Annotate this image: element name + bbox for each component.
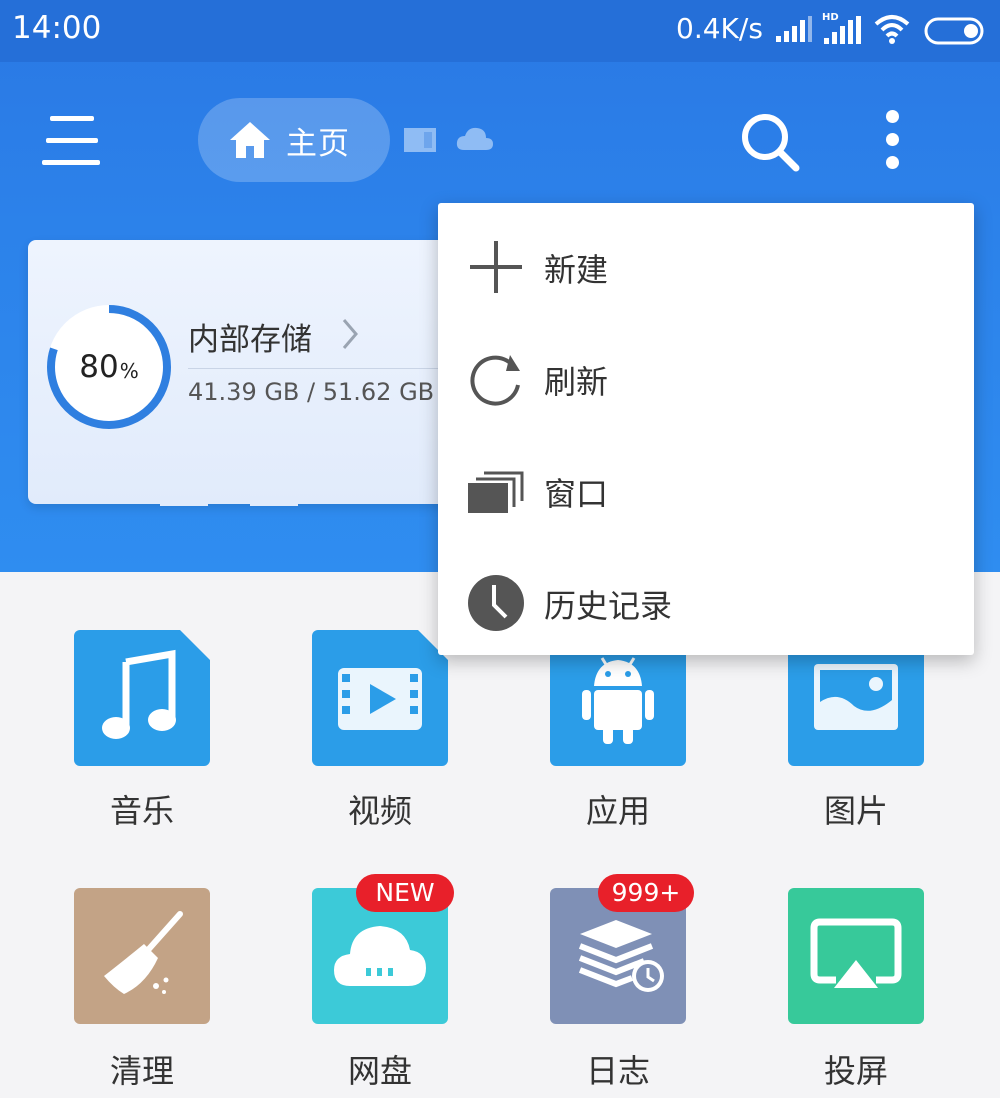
wifi-icon	[874, 15, 910, 44]
category-cast-screen[interactable]	[788, 888, 924, 1024]
category-label: 图片	[823, 792, 888, 830]
category-label: 视频	[347, 792, 412, 830]
category-label: 日志	[585, 1052, 650, 1090]
menu-item-label: 刷新	[544, 363, 609, 401]
count-badge: 999+	[598, 874, 694, 912]
home-tab-label: 主页	[286, 126, 350, 162]
status-time: 14:00	[12, 10, 102, 46]
menu-item-refresh[interactable]: 刷新	[438, 321, 974, 433]
storage-title: 内部存储	[188, 322, 312, 358]
chevron-right-icon	[342, 319, 358, 349]
card-notch	[160, 496, 208, 506]
menu-item-label: 新建	[544, 251, 609, 289]
refresh-icon	[470, 355, 520, 406]
video-icon	[338, 668, 422, 730]
broom-icon	[104, 911, 183, 994]
clock-icon	[468, 575, 524, 631]
home-tab[interactable]: 主页	[198, 98, 390, 182]
status-bar: 14:00 0.4K/s HD	[0, 0, 1000, 62]
category-label: 清理	[109, 1052, 174, 1090]
cast-screen-icon	[810, 918, 902, 988]
storage-percent: 80%	[48, 306, 170, 428]
search-icon[interactable]	[740, 112, 802, 174]
menu-icon[interactable]	[42, 112, 102, 168]
storage-divider	[188, 368, 478, 369]
storage-percent-value: 80	[79, 349, 119, 385]
cloud-icon[interactable]	[456, 126, 494, 152]
network-speed: 0.4K/s	[676, 12, 763, 45]
overflow-popup-menu: 新建 刷新 窗口 历史记录	[438, 203, 974, 655]
hd-signal-icon	[824, 16, 861, 44]
category-clean[interactable]	[74, 888, 210, 1024]
category-label: 网盘	[347, 1052, 412, 1090]
menu-item-history[interactable]: 历史记录	[438, 545, 974, 657]
signal-icon	[776, 16, 812, 42]
plus-icon	[470, 241, 522, 293]
menu-item-label: 历史记录	[544, 587, 673, 625]
category-label: 应用	[585, 792, 650, 830]
storage-size: 41.39 GB / 51.62 GB	[188, 378, 435, 406]
windows-icon	[468, 471, 524, 513]
menu-item-windows[interactable]: 窗口	[438, 433, 974, 545]
more-icon[interactable]	[884, 110, 902, 172]
home-icon	[230, 122, 270, 158]
battery-icon	[924, 17, 984, 45]
music-icon	[102, 649, 176, 739]
category-label: 音乐	[109, 792, 174, 830]
sd-card-icon[interactable]	[402, 126, 438, 154]
menu-item-label: 窗口	[544, 475, 609, 513]
menu-item-new[interactable]: 新建	[438, 209, 974, 321]
card-notch	[250, 496, 298, 506]
category-music[interactable]	[74, 630, 210, 766]
category-label: 投屏	[823, 1052, 888, 1090]
new-badge: NEW	[356, 874, 454, 912]
category-video[interactable]	[312, 630, 448, 766]
storage-percent-sign: %	[119, 359, 139, 383]
